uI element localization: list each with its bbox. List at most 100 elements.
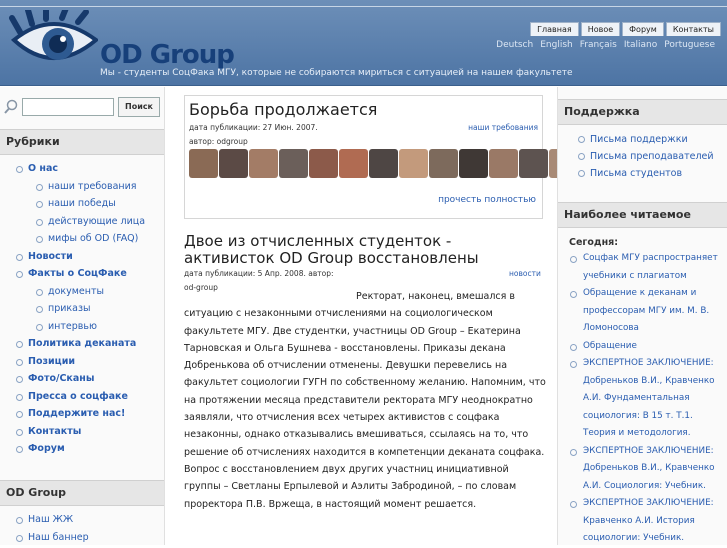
article-text: Ректорат, наконец, вмешался в ситуацию с… xyxy=(184,291,546,510)
left-sidebar: Поиск Рубрики О нас наши требования наши… xyxy=(0,87,165,545)
article-title[interactable]: Двое из отчисленных студенток - активист… xyxy=(184,233,544,267)
member-photo[interactable] xyxy=(399,149,428,178)
support-link[interactable]: Письма поддержки xyxy=(590,134,688,145)
featured-post-date: дата публикации: 27 Июн. 2007. xyxy=(189,123,318,132)
member-photo[interactable] xyxy=(219,149,248,178)
popular-item[interactable]: Обращение к деканам и профессорам МГУ им… xyxy=(558,285,727,338)
rubric-link[interactable]: Поддержите нас! xyxy=(28,408,125,419)
rubric-link[interactable]: Форум xyxy=(28,443,65,454)
rubric-link[interactable]: Факты о СоцФаке xyxy=(28,268,127,279)
rubric-item-demands[interactable]: наши требования xyxy=(0,178,164,196)
nav-tab-contacts[interactable]: Контакты xyxy=(665,22,721,36)
rubric-link[interactable]: действующие лица xyxy=(48,216,145,227)
rubric-link[interactable]: наши победы xyxy=(48,198,116,209)
rubric-item-forum[interactable]: Форум xyxy=(0,440,164,458)
popular-heading: Наиболее читаемое xyxy=(558,202,727,228)
rubric-item-facts[interactable]: Факты о СоцФаке xyxy=(0,265,164,283)
magnifier-icon xyxy=(4,99,18,114)
support-link[interactable]: Письма преподавателей xyxy=(590,151,714,162)
featured-post-category[interactable]: наши требования xyxy=(468,123,538,132)
rubric-link[interactable]: Фото/Сканы xyxy=(28,373,94,384)
rubric-item-press[interactable]: Пресса о соцфаке xyxy=(0,388,164,406)
member-photo[interactable] xyxy=(489,149,518,178)
popular-link[interactable]: Соцфак МГУ распространяет учебники с пла… xyxy=(583,253,718,281)
member-photo[interactable] xyxy=(369,149,398,178)
rubrics-list: О нас наши требования наши победы действ… xyxy=(0,160,164,458)
member-photo[interactable] xyxy=(459,149,488,178)
support-link-students[interactable]: Письма студентов xyxy=(558,165,727,182)
rubric-link[interactable]: документы xyxy=(48,286,104,297)
search-form: Поиск xyxy=(2,97,162,117)
rubric-item-documents[interactable]: документы xyxy=(0,283,164,301)
article-body: Ректорат, наконец, вмешался в ситуацию с… xyxy=(184,288,546,513)
member-photo[interactable] xyxy=(189,149,218,178)
support-link-letters[interactable]: Письма поддержки xyxy=(558,131,727,148)
popular-item[interactable]: ЭКСПЕРТНОЕ ЗАКЛЮЧЕНИЕ: Добреньков В.И., … xyxy=(558,443,727,496)
read-more-link[interactable]: прочесть полностью xyxy=(438,195,536,205)
rubric-link[interactable]: Новости xyxy=(28,251,73,262)
lang-link-portuguese[interactable]: Portuguese xyxy=(664,40,715,50)
support-link-teachers[interactable]: Письма преподавателей xyxy=(558,148,727,165)
main-content: Борьба продолжается дата публикации: 27 … xyxy=(166,87,727,545)
member-photo[interactable] xyxy=(429,149,458,178)
search-input[interactable] xyxy=(22,98,114,116)
rubrics-heading: Рубрики xyxy=(0,129,164,155)
nav-tab-home[interactable]: Главная xyxy=(530,22,579,36)
rubric-link[interactable]: Политика деканата xyxy=(28,338,136,349)
popular-link[interactable]: ЭКСПЕРТНОЕ ЗАКЛЮЧЕНИЕ: Добреньков В.И., … xyxy=(583,446,715,491)
rubric-item-about[interactable]: О нас xyxy=(0,160,164,178)
rubric-link[interactable]: интервью xyxy=(48,321,97,332)
rubric-link[interactable]: Пресса о соцфаке xyxy=(28,391,128,402)
rubric-item-positions[interactable]: Позиции xyxy=(0,353,164,371)
support-links: Письма поддержки Письма преподавателей П… xyxy=(558,131,727,182)
rubric-item-people[interactable]: действующие лица xyxy=(0,213,164,231)
featured-post-title[interactable]: Борьба продолжается xyxy=(189,100,377,119)
member-photo[interactable] xyxy=(339,149,368,178)
group-link-banner[interactable]: Наш баннер xyxy=(0,529,164,547)
member-photo[interactable] xyxy=(519,149,548,178)
site-name[interactable]: OD Group xyxy=(100,40,235,70)
rubric-item-contacts[interactable]: Контакты xyxy=(0,423,164,441)
popular-item[interactable]: ЭКСПЕРТНОЕ ЗАКЛЮЧЕНИЕ: Добреньков В.И., … xyxy=(558,355,727,443)
rubric-item-interviews[interactable]: интервью xyxy=(0,318,164,336)
lang-link-english[interactable]: English xyxy=(540,40,573,50)
popular-link[interactable]: Обращение к деканам и профессорам МГУ им… xyxy=(583,288,709,333)
top-navigation: Главная Новое Форум Контакты xyxy=(530,22,721,36)
eye-logo-icon[interactable] xyxy=(8,10,98,80)
support-link[interactable]: Письма студентов xyxy=(590,168,682,179)
lang-link-francais[interactable]: Français xyxy=(580,40,617,50)
rubric-item-support-us[interactable]: Поддержите нас! xyxy=(0,405,164,423)
search-button[interactable]: Поиск xyxy=(118,97,160,117)
rubric-link[interactable]: Контакты xyxy=(28,426,81,437)
popular-link[interactable]: ЭКСПЕРТНОЕ ЗАКЛЮЧЕНИЕ: Кравченко А.И. Ис… xyxy=(583,498,714,543)
nav-tab-forum[interactable]: Форум xyxy=(622,22,664,36)
rubric-link[interactable]: Позиции xyxy=(28,356,75,367)
group-link-lj[interactable]: Наш ЖЖ xyxy=(0,511,164,529)
popular-link[interactable]: Обращение xyxy=(583,341,637,351)
site-header: OD Group Мы - студенты СоцФака МГУ, кото… xyxy=(0,0,727,86)
member-photo[interactable] xyxy=(249,149,278,178)
rubric-item-news[interactable]: Новости xyxy=(0,248,164,266)
member-photo[interactable] xyxy=(309,149,338,178)
rubric-link[interactable]: мифы об OD (FAQ) xyxy=(48,233,138,244)
rubric-item-dean-policy[interactable]: Политика деканата xyxy=(0,335,164,353)
popular-item[interactable]: Обращение xyxy=(558,338,727,356)
group-link[interactable]: Наш ЖЖ xyxy=(28,514,73,525)
rubric-link[interactable]: О нас xyxy=(28,163,58,174)
article-category[interactable]: новости xyxy=(509,269,541,278)
popular-item[interactable]: ЭКСПЕРТНОЕ ЗАКЛЮЧЕНИЕ: Кравченко А.И. Ис… xyxy=(558,495,727,548)
rubric-item-victories[interactable]: наши победы xyxy=(0,195,164,213)
member-photo[interactable] xyxy=(279,149,308,178)
lang-link-deutsch[interactable]: Deutsch xyxy=(496,40,533,50)
rubric-link[interactable]: приказы xyxy=(48,303,91,314)
rubric-item-orders[interactable]: приказы xyxy=(0,300,164,318)
popular-link[interactable]: ЭКСПЕРТНОЕ ЗАКЛЮЧЕНИЕ: Добреньков В.И., … xyxy=(583,358,715,438)
group-link[interactable]: Наш баннер xyxy=(28,532,89,543)
popular-item[interactable]: Соцфак МГУ распространяет учебники с пла… xyxy=(558,250,727,285)
rubric-item-photos[interactable]: Фото/Сканы xyxy=(0,370,164,388)
nav-tab-new[interactable]: Новое xyxy=(580,22,621,36)
site-tagline: Мы - студенты СоцФака МГУ, которые не со… xyxy=(100,68,573,78)
rubric-link[interactable]: наши требования xyxy=(48,181,137,192)
rubric-item-faq[interactable]: мифы об OD (FAQ) xyxy=(0,230,164,248)
lang-link-italiano[interactable]: Italiano xyxy=(624,40,657,50)
